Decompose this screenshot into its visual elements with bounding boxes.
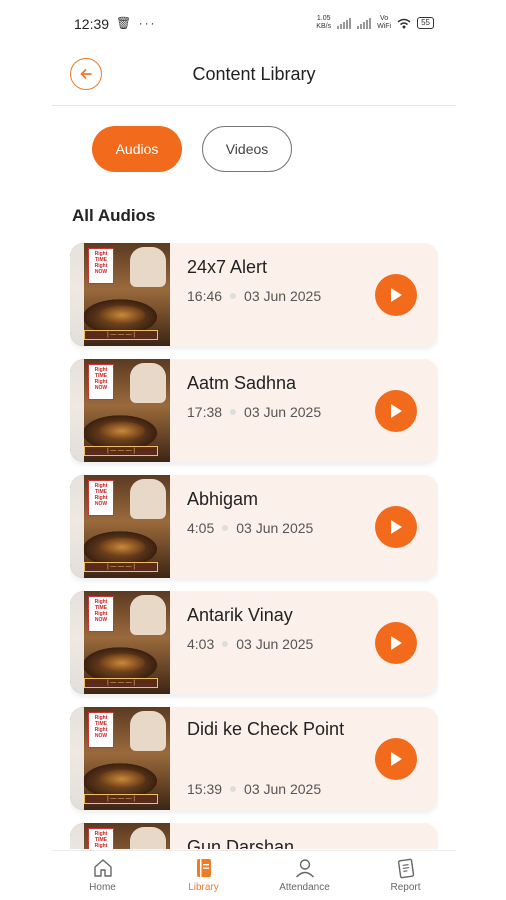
audio-thumbnail: RightTIMERightNOW| — — — |	[70, 243, 170, 346]
audio-title: 24x7 Alert	[187, 257, 268, 277]
section-title: All Audios	[72, 206, 156, 225]
audio-thumbnail: RightTIMERightNOW| — — — |	[70, 475, 170, 578]
audio-meta: 15:39 03 Jun 2025	[187, 781, 321, 797]
nav-attendance[interactable]: Attendance	[254, 851, 355, 900]
audio-card[interactable]: RightTIMERightNOW| — — — | Gun Darshan	[70, 823, 438, 849]
play-icon	[391, 752, 402, 766]
audio-card[interactable]: Right TIME Right NOW | — — — | Aatm Sadhna 1…	[70, 359, 438, 462]
audio-date: 03 Jun 2025	[236, 636, 314, 652]
audio-title: Gun Darshan	[187, 837, 295, 849]
home-icon	[93, 859, 112, 877]
audio-duration: 4:05	[187, 520, 215, 536]
signal-icon	[337, 17, 352, 29]
audio-card[interactable]: Right TIME Right NOW | — — — | Abhigam 4:05 0…	[70, 475, 438, 578]
separator-dot	[222, 641, 229, 647]
net-speed-value: 1.05	[316, 15, 331, 22]
audio-date: 03 Jun 2025	[244, 404, 322, 420]
play-icon	[391, 636, 402, 650]
audio-date: 03 Jun 2025	[244, 288, 322, 304]
nav-label: Attendance	[279, 882, 330, 893]
audio-title: Aatm Sadhna	[187, 373, 297, 393]
separator-dot	[230, 786, 237, 792]
play-icon	[391, 288, 402, 302]
audio-card[interactable]: Right TIME Right NOW | — — — | 24x7 Alert 16…	[70, 243, 438, 346]
status-time: 12:39	[74, 16, 110, 32]
audio-card[interactable]: Right TIME Right NOW | — — — | Didi ke Check…	[70, 707, 438, 810]
status-right-icons: 1.05 KB/s Vo WiFi 55	[316, 15, 434, 31]
separator-dot	[222, 525, 229, 531]
vowifi-top: Vo	[380, 15, 389, 22]
signal-icon-2	[357, 17, 372, 29]
play-button[interactable]	[375, 738, 417, 780]
app-header: Content Library	[52, 50, 456, 106]
play-button[interactable]	[375, 506, 417, 548]
status-bar: 12:39 🗑 ··· 1.05 KB/s Vo WiFi 55	[0, 0, 506, 48]
audio-date: 03 Jun 2025	[236, 520, 314, 536]
audio-meta: 4:05 03 Jun 2025	[187, 520, 313, 536]
separator-dot	[230, 409, 237, 415]
vowifi-bottom: WiFi	[377, 23, 392, 30]
audio-duration: 16:46	[187, 288, 223, 304]
audio-date: 03 Jun 2025	[244, 781, 322, 797]
audio-duration: 4:03	[187, 636, 215, 652]
audio-thumbnail: RightTIMERightNOW| — — — |	[70, 591, 170, 694]
play-button[interactable]	[375, 274, 417, 316]
separator-dot	[230, 293, 237, 299]
audio-meta: 17:38 03 Jun 2025	[187, 404, 321, 420]
wifi-icon	[397, 18, 411, 28]
page-title: Content Library	[192, 64, 316, 84]
audio-meta: 16:46 03 Jun 2025	[187, 288, 321, 304]
content-type-tabs: Audios Videos	[92, 126, 292, 172]
library-icon	[196, 859, 211, 877]
audio-thumbnail: RightTIMERightNOW| — — — |	[70, 823, 170, 849]
audio-title: Didi ke Check Point	[187, 719, 345, 739]
nav-label: Home	[89, 882, 116, 893]
battery-icon: 55	[417, 17, 434, 29]
bottom-nav: Home Library Attendance Report	[52, 850, 456, 900]
play-icon	[391, 520, 402, 534]
audio-title: Abhigam	[187, 489, 259, 509]
audio-card[interactable]: Right TIME Right NOW | — — — | Antarik Vinay…	[70, 591, 438, 694]
audio-title: Antarik Vinay	[187, 605, 293, 625]
nav-label: Library	[188, 882, 219, 893]
audio-duration: 15:39	[187, 781, 223, 797]
audio-meta: 4:03 03 Jun 2025	[187, 636, 313, 652]
nav-home[interactable]: Home	[52, 851, 153, 900]
tab-videos[interactable]: Videos	[202, 126, 292, 172]
nav-label: Report	[390, 882, 421, 893]
play-button[interactable]	[375, 622, 417, 664]
report-icon	[397, 858, 414, 879]
nav-report[interactable]: Report	[355, 851, 456, 900]
notification-icons: 🗑 ···	[116, 16, 157, 30]
tab-audios[interactable]: Audios	[92, 126, 182, 172]
audio-thumbnail: RightTIMERightNOW| — — — |	[70, 707, 170, 810]
play-icon	[391, 404, 402, 418]
nav-library[interactable]: Library	[153, 851, 254, 900]
play-button[interactable]	[375, 390, 417, 432]
audio-duration: 17:38	[187, 404, 223, 420]
vowifi-icon: Vo WiFi	[377, 15, 391, 31]
audio-list: Right TIME Right NOW | — — — | 24x7 Alert 16…	[70, 243, 438, 849]
audio-thumbnail: RightTIMERightNOW| — — — |	[70, 359, 170, 462]
net-speed: 1.05 KB/s	[316, 15, 331, 31]
user-icon	[295, 859, 314, 878]
net-speed-unit: KB/s	[316, 23, 332, 30]
